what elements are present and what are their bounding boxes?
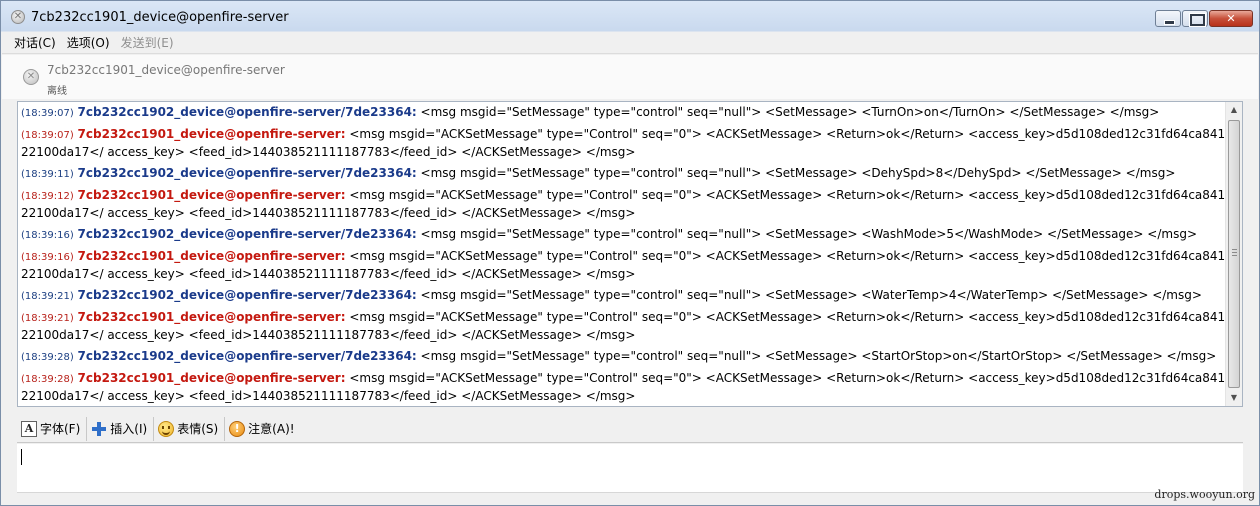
message-sender: 7cb232cc1901_device@openfire-server: xyxy=(77,249,346,263)
message-time: (18:39:07) xyxy=(21,108,74,119)
message-row: (18:39:28) 7cb232cc1902_device@openfire-… xyxy=(21,348,1226,366)
message-time: (18:39:21) xyxy=(21,291,74,302)
message-row: (18:39:11) 7cb232cc1902_device@openfire-… xyxy=(21,165,1226,183)
message-time: (18:39:28) xyxy=(21,374,74,385)
grip-icon xyxy=(1232,249,1237,257)
font-button-label: 字体(F) xyxy=(40,422,81,436)
message-row: (18:39:12) 7cb232cc1901_device@openfire-… xyxy=(21,187,1226,222)
transcript-scrollbar[interactable]: ▲ ▼ xyxy=(1225,102,1242,406)
message-time: (18:39:28) xyxy=(21,352,74,363)
minimize-button[interactable] xyxy=(1155,10,1181,27)
message-text: <msg msgid="SetMessage" type="control" s… xyxy=(416,105,1160,119)
message-time: (18:39:21) xyxy=(21,313,74,324)
insert-button[interactable]: 插入(I) xyxy=(87,416,155,441)
message-row: (18:39:07) 7cb232cc1901_device@openfire-… xyxy=(21,126,1226,161)
emote-button-label: 表情(S) xyxy=(177,422,219,436)
message-text: <msg msgid="SetMessage" type="control" s… xyxy=(416,349,1217,363)
chat-transcript[interactable]: (18:39:07) 7cb232cc1902_device@openfire-… xyxy=(17,101,1243,407)
message-row: (18:39:16) 7cb232cc1901_device@openfire-… xyxy=(21,248,1226,283)
close-button[interactable]: ✕ xyxy=(1209,10,1253,27)
contact-status: 离线 xyxy=(47,86,67,97)
minimize-icon xyxy=(1156,11,1180,26)
message-sender: 7cb232cc1902_device@openfire-server/7de2… xyxy=(77,288,417,302)
message-sender: 7cb232cc1902_device@openfire-server/7de2… xyxy=(77,166,417,180)
message-sender: 7cb232cc1902_device@openfire-server/7de2… xyxy=(77,105,417,119)
contact-name: 7cb232cc1901_device@openfire-server xyxy=(47,63,285,77)
attention-button-label: 注意(A)! xyxy=(248,422,295,436)
scroll-up-arrow-icon[interactable]: ▲ xyxy=(1226,102,1242,118)
message-row: (18:39:16) 7cb232cc1902_device@openfire-… xyxy=(21,226,1226,244)
message-sender: 7cb232cc1902_device@openfire-server/7de2… xyxy=(77,227,417,241)
text-caret xyxy=(21,449,22,465)
watermark: drops.wooyun.org xyxy=(1154,488,1255,501)
font-icon: A xyxy=(21,420,37,437)
contact-offline-icon: ✕ xyxy=(23,69,39,85)
message-time: (18:39:11) xyxy=(21,169,74,180)
message-row: (18:39:21) 7cb232cc1901_device@openfire-… xyxy=(21,309,1226,344)
window-title: 7cb232cc1901_device@openfire-server xyxy=(31,10,289,25)
message-row: (18:39:21) 7cb232cc1902_device@openfire-… xyxy=(21,287,1226,305)
scrollbar-thumb[interactable] xyxy=(1228,120,1240,388)
chat-window: ✕ 7cb232cc1901_device@openfire-server ✕ … xyxy=(0,0,1260,506)
message-text: <msg msgid="SetMessage" type="control" s… xyxy=(416,166,1176,180)
attention-button[interactable]: ! 注意(A)! xyxy=(225,417,300,441)
contact-header: ✕ 7cb232cc1901_device@openfire-server 离线 xyxy=(2,55,1258,99)
maximize-button[interactable] xyxy=(1182,10,1208,27)
message-row: (18:39:07) 7cb232cc1902_device@openfire-… xyxy=(21,104,1226,122)
plus-icon xyxy=(91,421,107,437)
message-sender: 7cb232cc1901_device@openfire-server: xyxy=(77,371,346,385)
close-icon: ✕ xyxy=(1226,12,1236,25)
message-text: <msg msgid="SetMessage" type="control" s… xyxy=(416,288,1202,302)
message-sender: 7cb232cc1901_device@openfire-server: xyxy=(77,188,346,202)
smiley-icon xyxy=(158,420,175,437)
menu-options[interactable]: 选项(O) xyxy=(67,34,110,51)
message-input[interactable] xyxy=(17,444,1243,493)
message-time: (18:39:16) xyxy=(21,252,74,263)
message-list: (18:39:07) 7cb232cc1902_device@openfire-… xyxy=(18,103,1226,406)
alert-icon: ! xyxy=(229,420,246,437)
message-row: (18:39:28) 7cb232cc1901_device@openfire-… xyxy=(21,370,1226,405)
scroll-down-arrow-icon[interactable]: ▼ xyxy=(1226,390,1242,406)
message-sender: 7cb232cc1901_device@openfire-server: xyxy=(77,127,346,141)
message-sender: 7cb232cc1902_device@openfire-server/7de2… xyxy=(77,349,417,363)
window-controls: ✕ xyxy=(1154,10,1253,27)
maximize-icon xyxy=(1183,11,1207,27)
compose-toolbar: A 字体(F) 插入(I) 表情(S) ! 注意(A)! xyxy=(17,415,1243,443)
emote-button[interactable]: 表情(S) xyxy=(154,416,226,441)
message-sender: 7cb232cc1901_device@openfire-server: xyxy=(77,310,346,324)
title-bar[interactable]: ✕ 7cb232cc1901_device@openfire-server ✕ xyxy=(1,1,1259,33)
message-text: <msg msgid="SetMessage" type="control" s… xyxy=(416,227,1198,241)
message-time: (18:39:12) xyxy=(21,191,74,202)
offline-status-icon: ✕ xyxy=(11,10,25,24)
insert-button-label: 插入(I) xyxy=(110,422,148,436)
menu-send-to[interactable]: 发送到(E) xyxy=(121,34,174,51)
message-time: (18:39:07) xyxy=(21,130,74,141)
font-button[interactable]: A 字体(F) xyxy=(17,416,88,441)
message-time: (18:39:16) xyxy=(21,230,74,241)
menu-bar: 对话(C) 选项(O) 发送到(E) xyxy=(2,32,1258,54)
menu-conversation[interactable]: 对话(C) xyxy=(14,34,56,51)
